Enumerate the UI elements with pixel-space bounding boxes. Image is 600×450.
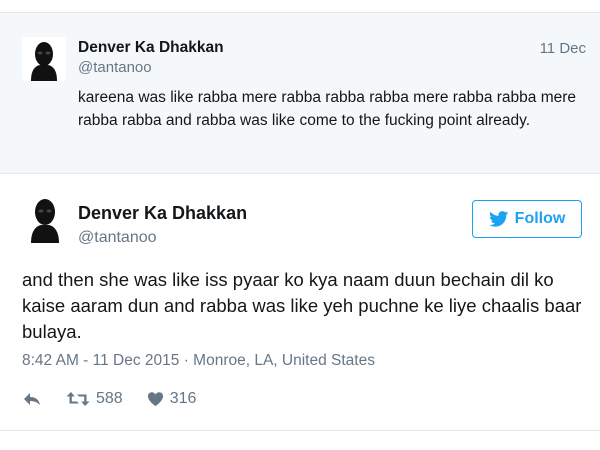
tweet-text: and then she was like iss pyaar ko kya n…: [22, 269, 582, 342]
like-count: 316: [169, 390, 197, 407]
avatar-figure-icon: [22, 193, 68, 243]
heart-icon: [147, 392, 163, 407]
reply-icon: [24, 393, 40, 405]
follow-button[interactable]: Follow: [472, 200, 582, 238]
tweet-author-handle[interactable]: @tantanoo: [78, 229, 157, 247]
tweet-timestamp-location[interactable]: 8:42 AM - 11 Dec 2015 · Monroe, LA, Unit…: [22, 352, 375, 370]
parent-tweet-text: kareena was like rabba mere rabba rabba …: [78, 89, 577, 129]
avatar[interactable]: [22, 37, 66, 81]
retweet-button[interactable]: 588: [66, 390, 123, 408]
twitter-bird-icon: [488, 211, 509, 227]
follow-button-label: Follow: [514, 210, 566, 227]
avatar-figure-icon: [22, 37, 66, 81]
tweet-author-name[interactable]: Denver Ka Dhakkan: [78, 203, 247, 224]
reply-button[interactable]: [22, 391, 44, 407]
parent-tweet-author-handle[interactable]: @tantanoo: [78, 59, 152, 76]
parent-tweet-date[interactable]: 11 Dec: [540, 40, 586, 57]
parent-tweet[interactable]: Denver Ka Dhakkan @tantanoo 11 Dec karee…: [0, 12, 600, 174]
tweet-actions: 588 316: [22, 387, 196, 411]
retweet-count: 588: [96, 390, 123, 407]
avatar[interactable]: [22, 193, 68, 243]
like-button[interactable]: 316: [147, 390, 197, 408]
retweet-icon: [66, 392, 90, 406]
parent-tweet-author-name[interactable]: Denver Ka Dhakkan: [78, 39, 224, 57]
divider: [0, 430, 600, 431]
